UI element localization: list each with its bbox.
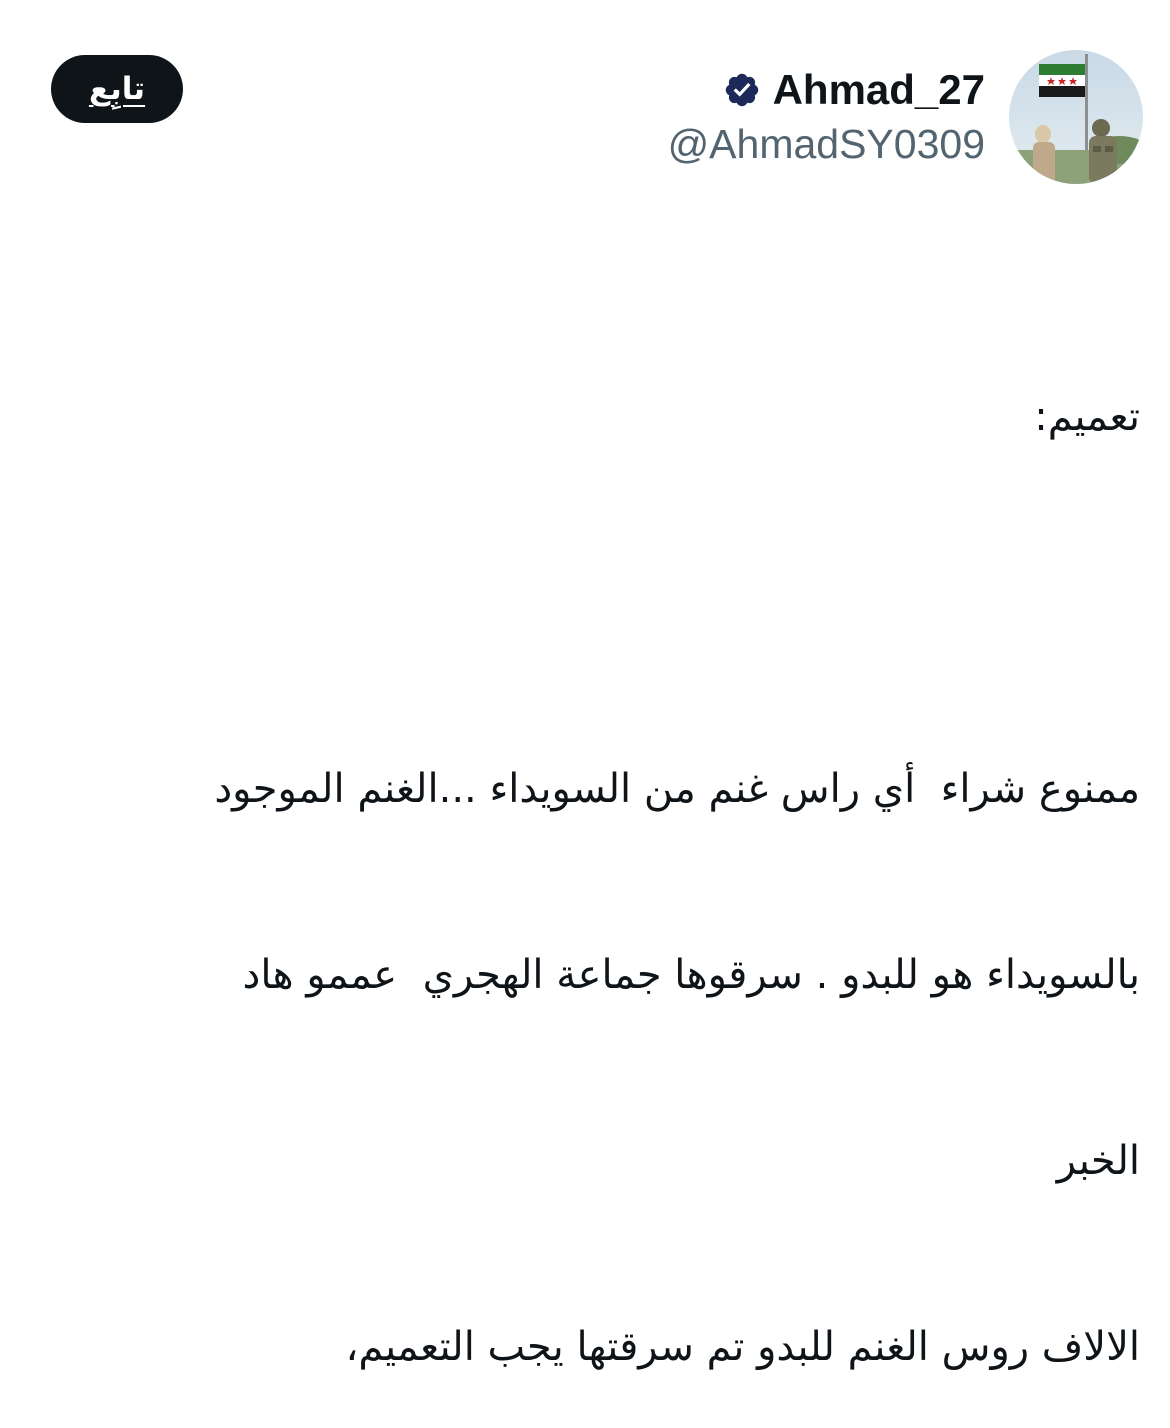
user-info: Ahmad_27 @AhmadSY0309 <box>668 64 985 169</box>
tweet-line: بالسويداء هو للبدو . سرقوها جماعة الهجري… <box>242 952 1140 998</box>
display-name[interactable]: Ahmad_27 <box>773 64 985 116</box>
tweet-text: تعميم: ممنوع شراء أي راس غنم من السويداء… <box>60 262 1140 1428</box>
tweet-line: الالاف روس الغنم للبدو تم سرقتها يجب الت… <box>345 1324 1140 1370</box>
follow-button[interactable]: تابِع <box>51 55 183 123</box>
avatar[interactable] <box>1009 50 1143 184</box>
tweet-header: تابِع Ahmad_27 @AhmadSY0309 <box>0 0 1170 200</box>
follow-button-label: تابِع <box>88 71 146 107</box>
tweet-line: الخبر <box>1056 1138 1140 1184</box>
name-row: Ahmad_27 <box>668 64 985 116</box>
tweet-line: ممنوع شراء أي راس غنم من السويداء ...الغ… <box>214 766 1140 812</box>
verified-badge-icon <box>723 71 761 109</box>
tweet-line: تعميم: <box>1034 394 1140 440</box>
user-handle[interactable]: @AhmadSY0309 <box>668 119 985 169</box>
